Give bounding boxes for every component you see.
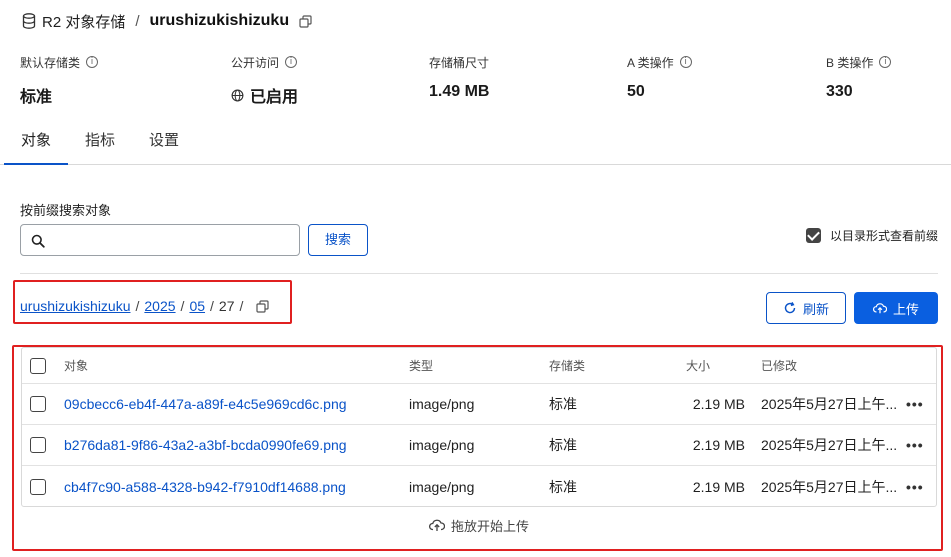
tab-settings[interactable]: 设置 — [140, 121, 188, 165]
row-checkbox[interactable] — [30, 478, 46, 495]
drop-zone[interactable]: 拖放开始上传 — [21, 512, 937, 538]
table-row: 09cbecc6-eb4f-447a-a89f-e4c5e969cd6c.png… — [22, 384, 936, 425]
path-slash: / — [135, 298, 140, 314]
search-input[interactable] — [53, 229, 293, 251]
object-modified: 2025年5月27日上午... — [761, 478, 898, 495]
stat-bucket-size: 存储桶尺寸 1.49 MB — [429, 54, 489, 101]
stat-label: B 类操作 — [826, 55, 874, 70]
row-more-icon[interactable]: ••• — [906, 425, 924, 465]
stat-label: A 类操作 — [627, 55, 674, 70]
refresh-icon — [784, 301, 796, 314]
path-slash: / — [210, 298, 214, 314]
objects-table: 对象 类型 存储类 大小 已修改 09cbecc6-eb4f-447a-a89f… — [21, 347, 937, 507]
header-breadcrumb: R2 对象存储 / urushizukishizuku — [22, 11, 312, 31]
object-storage-class: 标准 — [549, 437, 577, 453]
tab-bar: 对象 指标 设置 — [0, 121, 951, 165]
object-link[interactable]: b276da81-9f86-43a2-a3bf-bcda0990fe69.png — [64, 437, 347, 453]
globe-icon — [231, 89, 244, 101]
directory-view-label: 以目录形式查看前缀 — [830, 229, 939, 243]
upload-label: 上传 — [892, 301, 919, 317]
object-type: image/png — [409, 396, 475, 412]
stat-public-access: 公开访问 i 已启用 — [231, 54, 298, 107]
refresh-button[interactable]: 刷新 — [766, 292, 846, 324]
object-link[interactable]: 09cbecc6-eb4f-447a-a89f-e4c5e969cd6c.png — [64, 396, 347, 412]
path-segment-day: 27 — [218, 298, 235, 314]
bucket-title: urushizukishizuku — [149, 12, 290, 29]
column-header-object[interactable]: 对象 — [64, 348, 88, 383]
row-checkbox[interactable] — [30, 396, 46, 412]
copy-icon[interactable] — [299, 14, 312, 28]
object-storage-class: 标准 — [549, 396, 577, 412]
stat-value: 330 — [826, 83, 853, 100]
table-row: cb4f7c90-a588-4328-b942-f7910df14688.png… — [22, 466, 936, 507]
column-header-modified[interactable]: 已修改 — [761, 348, 797, 383]
column-header-size[interactable]: 大小 — [686, 348, 710, 383]
copy-path-icon[interactable] — [256, 299, 269, 313]
path-slash: / — [180, 298, 185, 314]
path-slash: / — [239, 298, 244, 314]
object-storage-class: 标准 — [549, 478, 577, 495]
object-type: image/png — [409, 437, 475, 453]
search-button[interactable]: 搜索 — [308, 224, 368, 256]
cloud-upload-icon — [429, 519, 445, 531]
column-header-type[interactable]: 类型 — [409, 348, 433, 383]
breadcrumb-separator: / — [135, 12, 140, 30]
stat-value: 标准 — [20, 89, 53, 106]
info-icon[interactable]: i — [285, 56, 298, 68]
stat-value: 50 — [627, 83, 645, 100]
stat-value: 1.49 MB — [429, 83, 490, 100]
column-header-storage-class[interactable]: 存储类 — [549, 348, 585, 383]
refresh-label: 刷新 — [802, 301, 829, 317]
path-segment-month[interactable]: 05 — [189, 298, 205, 314]
search-icon — [31, 234, 45, 248]
row-more-icon[interactable]: ••• — [906, 384, 924, 424]
stat-class-a-operations: A 类操作 i 50 — [627, 54, 692, 101]
select-all-checkbox[interactable] — [30, 357, 46, 374]
object-size: 2.19 MB — [692, 437, 745, 453]
stat-label: 存储桶尺寸 — [429, 55, 490, 70]
table-row: b276da81-9f86-43a2-a3bf-bcda0990fe69.png… — [22, 425, 936, 466]
info-icon[interactable]: i — [86, 56, 99, 68]
divider — [20, 273, 938, 274]
table-header: 对象 类型 存储类 大小 已修改 — [22, 348, 936, 384]
upload-button[interactable]: 上传 — [854, 292, 938, 324]
object-link[interactable]: cb4f7c90-a588-4328-b942-f7910df14688.png — [64, 479, 346, 495]
path-segment-bucket[interactable]: urushizukishizuku — [20, 298, 131, 314]
tab-metrics[interactable]: 指标 — [76, 121, 124, 165]
stat-label: 默认存储类 — [20, 55, 81, 70]
info-icon[interactable]: i — [879, 56, 892, 68]
tab-objects[interactable]: 对象 — [4, 121, 68, 165]
object-size: 2.19 MB — [692, 478, 745, 495]
path-segment-year[interactable]: 2025 — [144, 298, 175, 314]
row-more-icon[interactable]: ••• — [906, 466, 924, 507]
directory-view-checkbox[interactable] — [806, 228, 821, 243]
search-field[interactable] — [20, 224, 300, 256]
directory-view-toggle[interactable]: 以目录形式查看前缀 — [806, 227, 938, 244]
object-type: image/png — [409, 478, 475, 495]
cloud-upload-icon — [872, 303, 887, 314]
object-size: 2.19 MB — [692, 396, 745, 412]
object-modified: 2025年5月27日上午... — [761, 396, 898, 412]
search-label: 按前缀搜索对象 — [20, 203, 112, 218]
stat-label: 公开访问 — [231, 55, 280, 70]
object-modified: 2025年5月27日上午... — [761, 437, 898, 453]
row-checkbox[interactable] — [30, 437, 46, 453]
service-link[interactable]: R2 对象存储 — [42, 11, 125, 32]
stat-value: 已启用 — [250, 89, 299, 106]
object-path-breadcrumb: urushizukishizuku / 2025 / 05 / 27 / — [20, 298, 269, 314]
stat-class-b-operations: B 类操作 i 330 — [826, 54, 892, 101]
stat-default-storage-class: 默认存储类 i 标准 — [20, 54, 99, 107]
drop-zone-label: 拖放开始上传 — [450, 518, 529, 534]
database-icon — [22, 13, 36, 29]
info-icon[interactable]: i — [679, 56, 692, 68]
